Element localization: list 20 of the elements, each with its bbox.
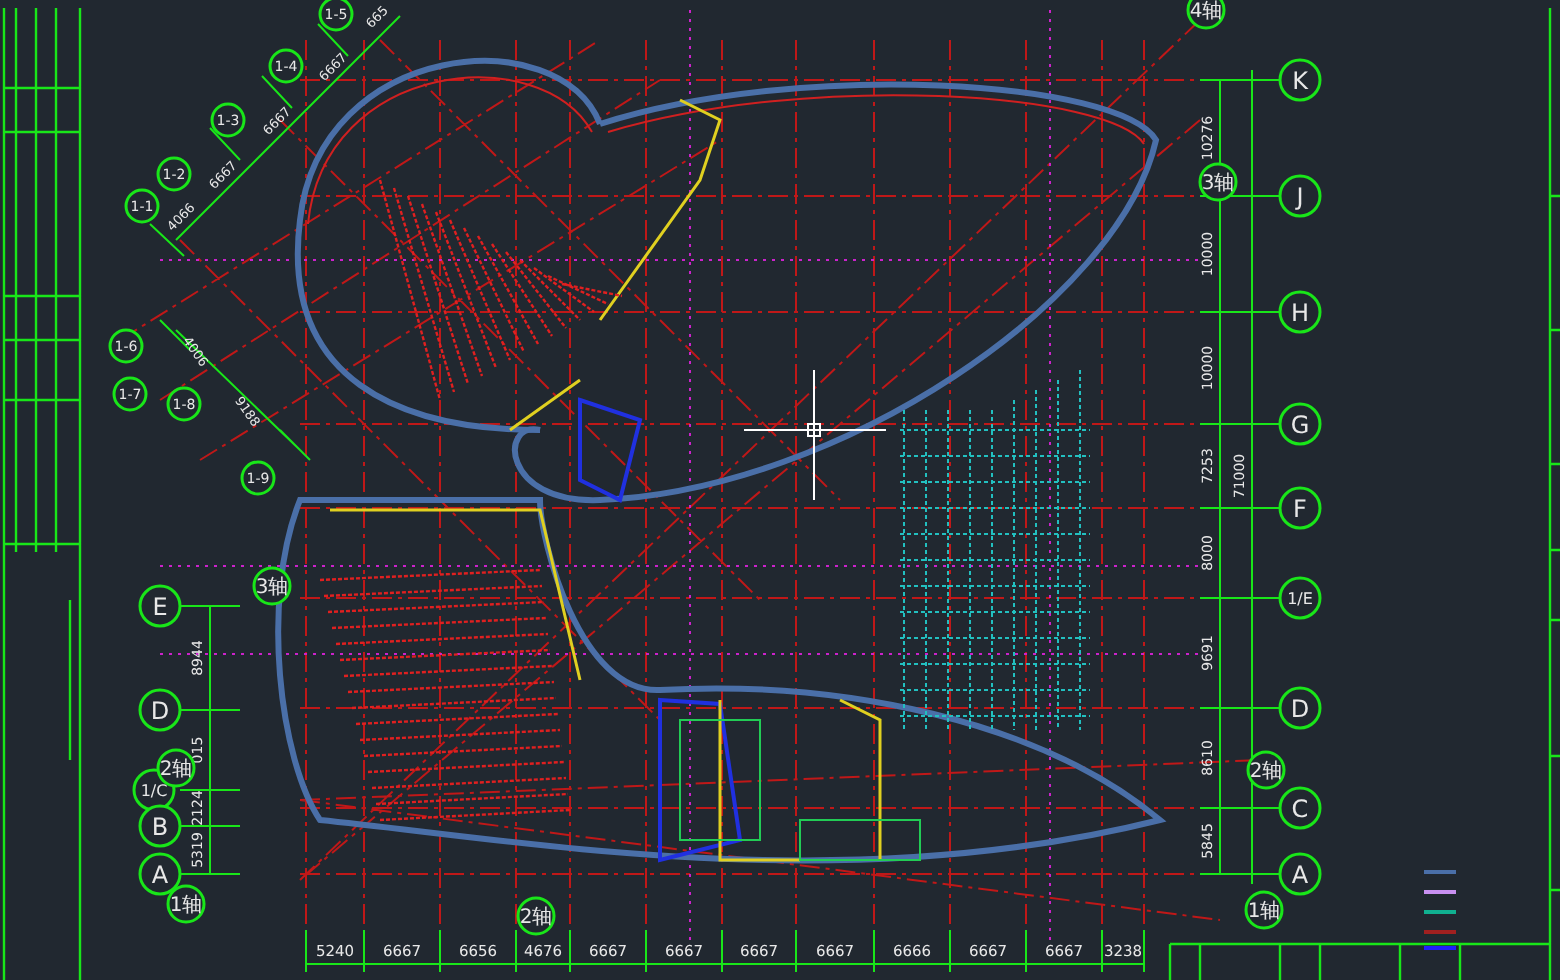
axis-bubble: A xyxy=(1278,852,1322,896)
axis-bubble: 1/E xyxy=(1278,576,1322,620)
axis-bubble: 3轴 xyxy=(1198,162,1238,202)
axis-bubble: 1轴 xyxy=(1244,890,1284,930)
axis-bubble: A xyxy=(138,852,182,896)
axis-bubble: E xyxy=(138,584,182,628)
axis-bubble: F xyxy=(1278,486,1322,530)
axis-bubble: C xyxy=(1278,786,1322,830)
axis-bubble: D xyxy=(1278,686,1322,730)
axis-bubble: K xyxy=(1278,58,1322,102)
axis-bubble: G xyxy=(1278,402,1322,446)
axis-bubble: H xyxy=(1278,290,1322,334)
axis-bubble: J xyxy=(1278,174,1322,218)
axis-bubble: 1轴 xyxy=(166,884,206,924)
axis-bubble: 3轴 xyxy=(252,566,292,606)
axis-bubble: B xyxy=(138,804,182,848)
axis-bubble: D xyxy=(138,688,182,732)
axis-bubble: 4轴 xyxy=(1186,0,1226,30)
axis-bubble: 2轴 xyxy=(1246,750,1286,790)
axis-bubble: 2轴 xyxy=(516,896,556,936)
